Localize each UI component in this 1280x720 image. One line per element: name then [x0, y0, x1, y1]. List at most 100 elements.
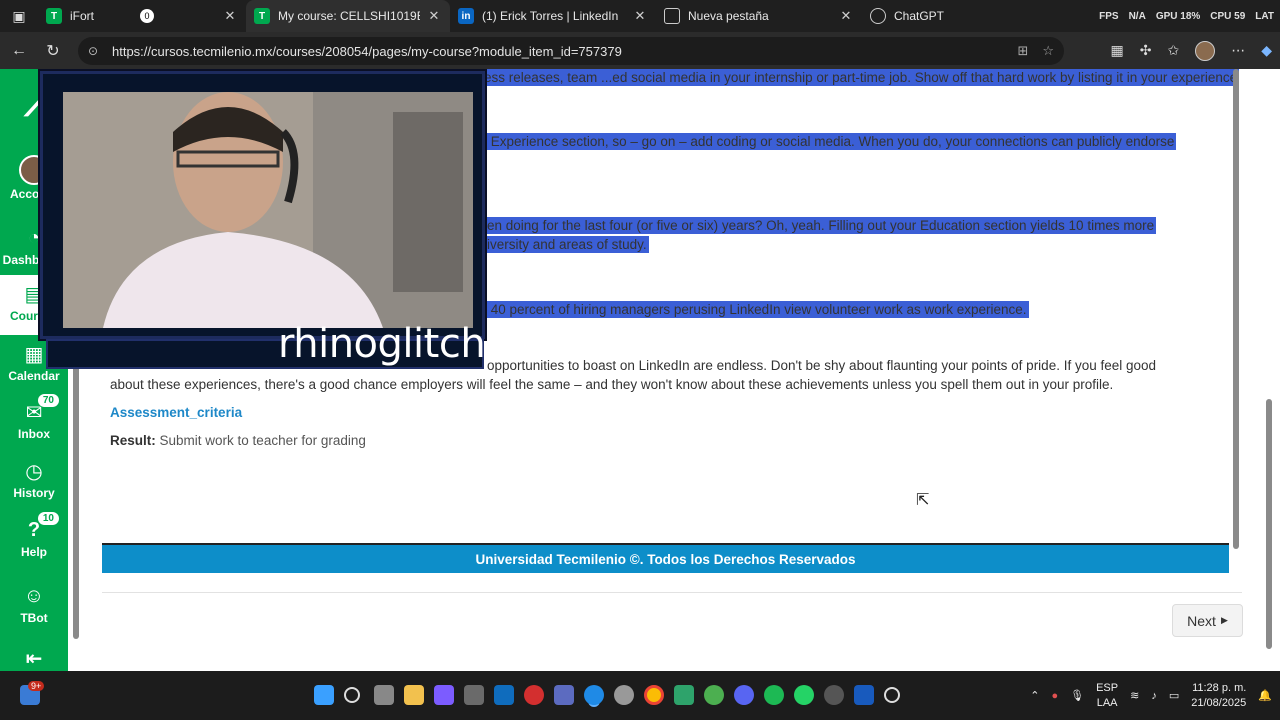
wifi-icon[interactable]: ≋: [1130, 689, 1139, 702]
tab-ifort[interactable]: T iFort 0 ✕: [38, 0, 246, 32]
task-view-icon[interactable]: [374, 685, 394, 705]
cpu-readout: CPU 59: [1210, 10, 1246, 22]
microphone-icon[interactable]: 🎙: [1070, 689, 1084, 702]
extension-icon[interactable]: ▦: [1111, 42, 1124, 59]
tab-badge: 0: [140, 9, 154, 23]
gpu-readout: GPU 18%: [1155, 10, 1201, 22]
notifications-bell-icon[interactable]: 🔔: [1258, 689, 1272, 702]
language-top: ESP: [1096, 681, 1119, 694]
favorites-icon[interactable]: ✩: [1167, 42, 1179, 59]
content-scrollbar[interactable]: [1230, 69, 1242, 569]
nav-label: Inbox: [18, 427, 50, 441]
outlook-icon[interactable]: [494, 685, 514, 705]
close-tab-icon[interactable]: ✕: [222, 8, 238, 24]
tab-label: ChatGPT: [894, 9, 945, 23]
content-line: he Experience section, so – go on – add …: [470, 133, 1177, 150]
screen: ▣ T iFort 0 ✕ T My course: CELLSHI1019EL…: [0, 0, 1280, 720]
browser-toolbar: ← ↻ ⊙ https://cursos.tecmilenio.mx/cours…: [0, 32, 1280, 69]
copilot-app-icon[interactable]: [434, 685, 454, 705]
nav-tbot[interactable]: ☺ TBot: [0, 583, 68, 626]
app-icon[interactable]: [674, 685, 694, 705]
content-line: about these experiences, there's a good …: [110, 377, 1114, 392]
opera-icon[interactable]: [524, 685, 544, 705]
tab-my-course[interactable]: T My course: CELLSHI1019EL.6 ✕: [246, 0, 450, 32]
tab-chatgpt[interactable]: ChatGPT: [862, 0, 1012, 32]
tray-app-icon[interactable]: ●: [1051, 690, 1058, 702]
address-bar[interactable]: ⊙ https://cursos.tecmilenio.mx/courses/2…: [78, 37, 1064, 65]
tab-label: My course: CELLSHI1019EL.6: [278, 9, 420, 23]
profile-avatar[interactable]: [1195, 40, 1216, 61]
nav-inbox[interactable]: ✉ 70 Inbox: [0, 393, 68, 441]
app-icon[interactable]: [824, 685, 844, 705]
extensions-puzzle-icon[interactable]: ✣: [1140, 42, 1152, 59]
windows-start-icon[interactable]: [314, 685, 334, 705]
close-tab-icon[interactable]: ✕: [838, 8, 854, 24]
result-value: Submit work to teacher for grading: [159, 433, 366, 448]
app-available-icon[interactable]: ⊞: [1017, 43, 1028, 59]
tab-actions-menu-icon[interactable]: ▣: [0, 0, 38, 32]
chrome-icon[interactable]: [644, 685, 664, 705]
content-line: an 40 percent of hiring managers perusin…: [470, 301, 1029, 318]
word-icon[interactable]: [854, 685, 874, 705]
page-scrollbar[interactable]: [1262, 69, 1276, 671]
app-icon[interactable]: [614, 685, 634, 705]
new-tab-favicon-icon: [664, 8, 680, 24]
help-badge: 10: [36, 511, 60, 526]
store-icon[interactable]: [464, 685, 484, 705]
webcam-overlay: rhinoglitch: [40, 71, 486, 371]
collapse-arrow-icon: ⇤: [25, 647, 43, 670]
chatgpt-favicon-icon: [870, 8, 886, 24]
divider: [102, 592, 1242, 593]
tab-new-tab[interactable]: Nueva pestaña ✕: [656, 0, 862, 32]
url-text: https://cursos.tecmilenio.mx/courses/208…: [112, 43, 622, 59]
close-tab-icon[interactable]: ✕: [632, 8, 648, 24]
language-indicator[interactable]: ESP LAA: [1096, 681, 1118, 711]
linkedin-favicon-icon: in: [458, 8, 474, 24]
edge-icon[interactable]: [584, 685, 604, 705]
close-tab-icon[interactable]: ✕: [426, 8, 442, 24]
favorite-star-icon[interactable]: ☆: [1042, 43, 1054, 59]
app-icon[interactable]: [554, 685, 574, 705]
result-row: Result: Submit work to teacher for gradi…: [110, 433, 366, 448]
nav-label: Calendar: [8, 369, 60, 383]
more-menu-icon[interactable]: ⋯: [1231, 42, 1245, 59]
fps-readout: FPS: [1099, 10, 1119, 22]
whatsapp-icon[interactable]: [794, 685, 814, 705]
time-text: 11:28 p. m.: [1192, 681, 1247, 694]
copilot-icon[interactable]: ◆: [1261, 42, 1272, 59]
streamer-name: rhinoglitch: [278, 321, 486, 367]
nav-help[interactable]: ? 10 Help: [0, 511, 68, 559]
system-tray: ⌃ ● 🎙 ESP LAA ≋ ♪ ▭ 11:28 p. m. 21/08/20…: [1030, 671, 1272, 720]
battery-icon[interactable]: ▭: [1169, 689, 1179, 702]
collapse-nav-button[interactable]: ⇤: [0, 645, 68, 673]
result-label: Result:: [110, 433, 156, 448]
content-line: been doing for the last four (or five or…: [470, 217, 1157, 234]
reload-icon[interactable]: ↻: [36, 36, 70, 66]
tecmilenio-favicon-icon: T: [46, 8, 62, 24]
nav-history[interactable]: ◷ History: [0, 458, 68, 501]
back-arrow-icon[interactable]: ←: [2, 36, 36, 66]
notification-badge: 9+: [28, 681, 45, 691]
search-icon[interactable]: [344, 687, 360, 703]
lat-readout: LAT: [1255, 10, 1274, 22]
assessment-criteria-link[interactable]: Assessment_criteria: [110, 405, 242, 420]
site-info-icon[interactable]: ⊙: [88, 44, 104, 58]
content-line: opportunities to boast on LinkedIn are e…: [487, 358, 1157, 373]
system-overlay-stats: FPS N/A GPU 18% CPU 59 LAT: [1099, 0, 1274, 32]
nav-label: Help: [20, 545, 47, 559]
spotify-icon[interactable]: [764, 685, 784, 705]
browser-tab-strip: ▣ T iFort 0 ✕ T My course: CELLSHI1019EL…: [0, 0, 1280, 32]
tab-linkedin[interactable]: in (1) Erick Torres | LinkedIn ✕: [450, 0, 656, 32]
chevron-up-icon[interactable]: ⌃: [1030, 689, 1039, 702]
tab-label: Nueva pestaña: [688, 9, 769, 23]
clock[interactable]: 11:28 p. m. 21/08/2025: [1191, 681, 1246, 711]
content-footer: Universidad Tecmilenio ©. Todos los Dere…: [102, 543, 1229, 573]
tecmilenio-favicon-icon: T: [254, 8, 270, 24]
next-button[interactable]: Next ▶: [1172, 604, 1243, 637]
file-explorer-icon[interactable]: [404, 685, 424, 705]
discord-icon[interactable]: [734, 685, 754, 705]
volume-icon[interactable]: ♪: [1151, 690, 1157, 702]
windows-taskbar: 9+ ⌃ ● 🎙 ESP LAA ≋ ♪ ▭ 11:28 p. m. 21/08…: [0, 671, 1280, 720]
app-icon[interactable]: [704, 685, 724, 705]
chatgpt-app-icon[interactable]: [884, 687, 900, 703]
